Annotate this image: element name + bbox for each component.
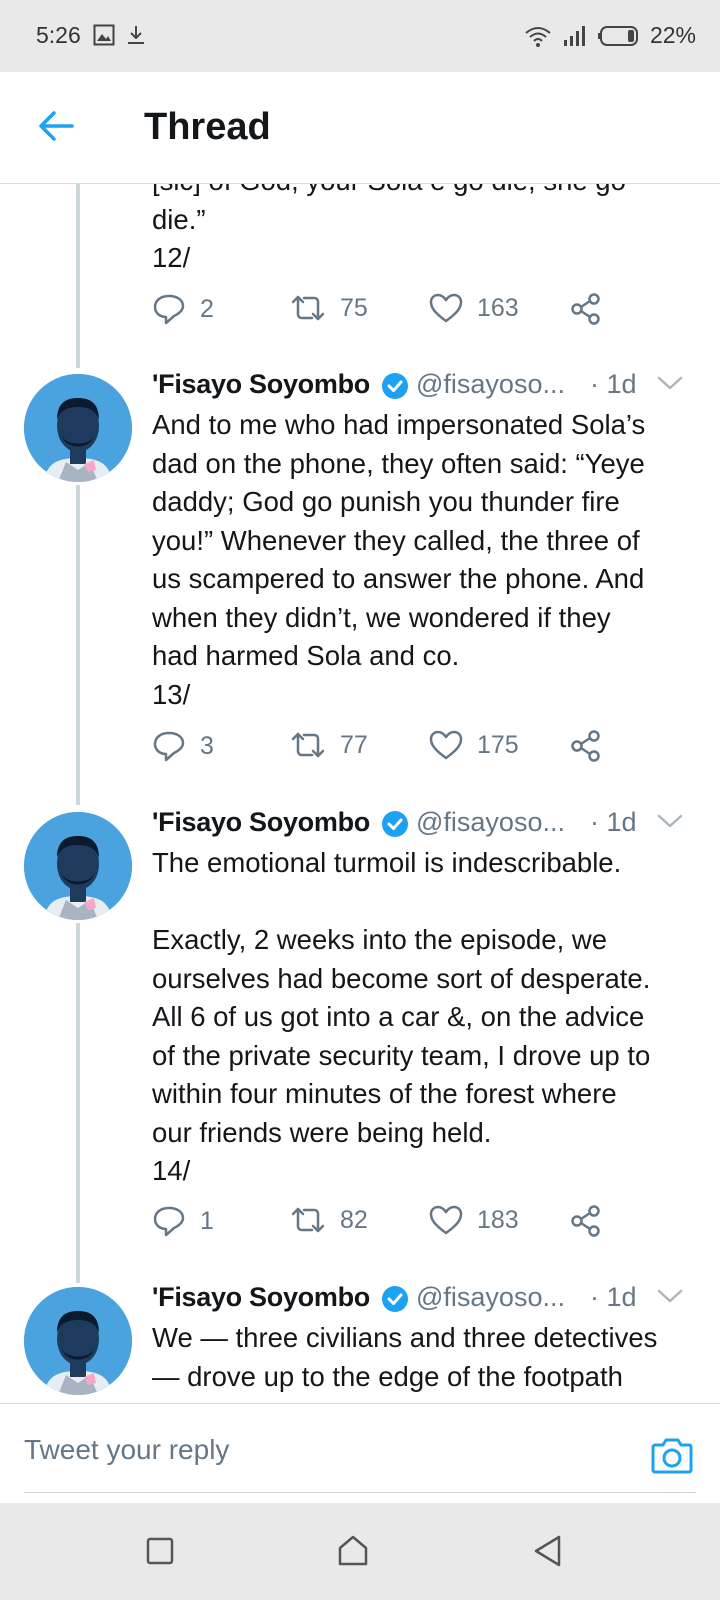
person-avatar-icon: [24, 374, 132, 482]
chevron-down-icon[interactable]: [657, 813, 683, 829]
thread-feed[interactable]: [sic] of God, your Sola e go die, she go…: [0, 183, 720, 1403]
avatar[interactable]: [24, 374, 132, 482]
reply-button[interactable]: 3: [152, 730, 214, 762]
verified-badge-icon: [382, 811, 408, 837]
reply-underline: [24, 1492, 696, 1493]
tweet-text: We — three civilians and three detective…: [152, 1322, 658, 1392]
like-count: 183: [477, 1205, 519, 1234]
tweet-text: [sic] of God, your Sola e go die, she go…: [152, 183, 626, 273]
reply-count: 1: [200, 1206, 214, 1235]
tweet-actions: 1 82 183: [152, 1205, 632, 1245]
download-notification-icon: [128, 26, 144, 44]
like-button[interactable]: 175: [429, 730, 519, 760]
tweet-actions: 2 75 163: [152, 293, 632, 333]
tweet-text: The emotional turmoil is indescribable. …: [152, 847, 651, 1186]
reply-icon: [153, 731, 185, 762]
author-handle[interactable]: @fisayoso...: [416, 369, 565, 400]
wifi-icon: [525, 26, 551, 47]
share-button[interactable]: [570, 293, 602, 325]
thread-connector: [76, 183, 80, 368]
reply-count: 2: [200, 294, 214, 323]
like-count: 163: [477, 293, 519, 322]
chevron-down-icon[interactable]: [657, 1288, 683, 1304]
avatar[interactable]: [24, 812, 132, 920]
reply-icon: [153, 294, 185, 325]
share-icon: [571, 730, 600, 762]
verified-badge-icon: [382, 1286, 408, 1312]
system-nav-bar: [0, 1503, 720, 1600]
tweet-header: 'Fisayo Soyombo @fisayoso... · 1d: [152, 805, 697, 845]
share-icon: [571, 1205, 600, 1237]
signal-icon: [563, 25, 585, 46]
author-name[interactable]: 'Fisayo Soyombo: [152, 1282, 370, 1313]
retweet-count: 77: [340, 730, 368, 759]
heart-icon: [429, 1205, 463, 1235]
author-handle[interactable]: @fisayoso...: [416, 807, 565, 838]
home-icon[interactable]: [336, 1533, 370, 1569]
battery-percent: 22%: [649, 22, 696, 48]
like-button[interactable]: 163: [429, 293, 519, 323]
retweet-button[interactable]: 82: [290, 1205, 368, 1235]
tweet-actions: 3 77 175: [152, 730, 632, 770]
status-time: 5:26: [36, 22, 81, 48]
share-button[interactable]: [570, 730, 602, 762]
tweet-header: 'Fisayo Soyombo @fisayoso... · 1d: [152, 1280, 697, 1320]
retweet-count: 82: [340, 1205, 368, 1234]
retweet-button[interactable]: 77: [290, 730, 368, 760]
author-name[interactable]: 'Fisayo Soyombo: [152, 369, 370, 400]
camera-icon[interactable]: [651, 1436, 693, 1474]
reply-count: 3: [200, 731, 214, 760]
author-name[interactable]: 'Fisayo Soyombo: [152, 807, 370, 838]
recents-square-icon[interactable]: [145, 1533, 175, 1569]
share-button[interactable]: [570, 1205, 602, 1237]
back-triangle-icon[interactable]: [531, 1533, 565, 1569]
like-count: 175: [477, 730, 519, 759]
image-notification-icon: [93, 24, 115, 46]
retweet-button[interactable]: 75: [290, 293, 368, 323]
person-avatar-icon: [24, 812, 132, 920]
back-arrow-icon[interactable]: [38, 110, 74, 142]
tweet-time: · 1d: [590, 807, 637, 837]
share-icon: [571, 293, 600, 325]
thread-connector: [76, 923, 80, 1283]
chevron-down-icon[interactable]: [657, 375, 683, 391]
like-button[interactable]: 183: [429, 1205, 519, 1235]
tweet-time: · 1d: [590, 1282, 637, 1312]
retweet-icon: [291, 732, 325, 758]
retweet-icon: [291, 1207, 325, 1233]
avatar[interactable]: [24, 1287, 132, 1395]
status-bar: 5:26 22%: [0, 0, 720, 72]
app-bar: Thread: [0, 72, 720, 184]
verified-badge-icon: [382, 373, 408, 399]
reply-input[interactable]: Tweet your reply: [24, 1434, 229, 1466]
person-avatar-icon: [24, 1287, 132, 1395]
tweet-header: 'Fisayo Soyombo @fisayoso... · 1d: [152, 367, 697, 407]
reply-button[interactable]: 2: [152, 293, 214, 325]
heart-icon: [429, 730, 463, 760]
heart-icon: [429, 293, 463, 323]
reply-icon: [153, 1206, 185, 1237]
tweet-text: And to me who had impersonated Sola’s da…: [152, 409, 646, 710]
thread-connector: [76, 485, 80, 805]
page-title: Thread: [144, 106, 271, 148]
retweet-count: 75: [340, 293, 368, 322]
reply-button[interactable]: 1: [152, 1205, 214, 1237]
retweet-icon: [291, 295, 325, 321]
battery-icon: [597, 25, 638, 46]
tweet-time: · 1d: [590, 369, 637, 399]
reply-composer: Tweet your reply: [0, 1403, 720, 1504]
author-handle[interactable]: @fisayoso...: [416, 1282, 565, 1313]
